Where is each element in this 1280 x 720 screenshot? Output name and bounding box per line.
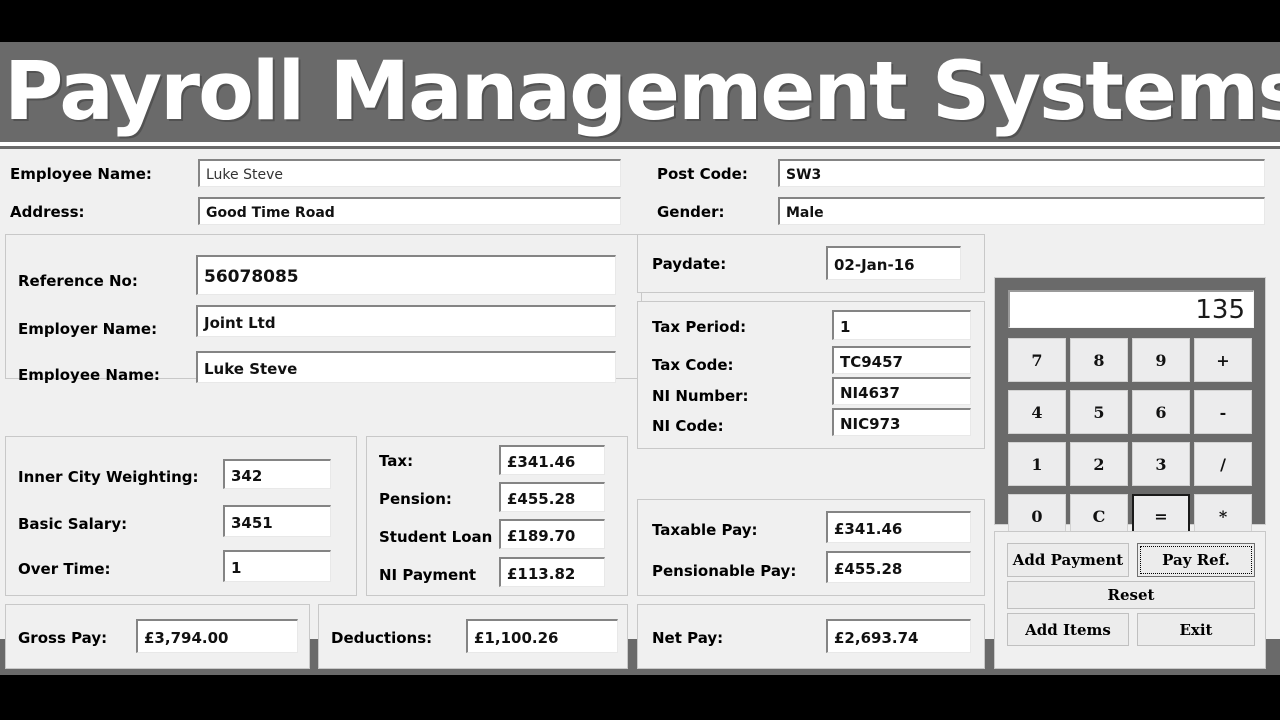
client-area: Employee Name: Luke Steve Address: Good … (0, 149, 1280, 669)
exit-button[interactable]: Exit (1137, 613, 1255, 646)
ni-code-input[interactable]: NIC973 (832, 408, 971, 436)
deductions-total-input[interactable]: £1,100.26 (466, 619, 618, 653)
calc-key-6[interactable]: 6 (1132, 390, 1190, 434)
basic-salary-input[interactable]: 3451 (223, 505, 331, 537)
calculator-display[interactable]: 135 (1008, 290, 1254, 328)
pension-input[interactable]: £455.28 (499, 482, 605, 512)
reference-no-label: Reference No: (18, 272, 138, 290)
calc-key-minus[interactable]: - (1194, 390, 1252, 434)
add-items-button[interactable]: Add Items (1007, 613, 1129, 646)
ni-number-label: NI Number: (652, 387, 749, 405)
screen: Payroll Management Systems Employee Name… (0, 0, 1280, 720)
tax-code-label: Tax Code: (652, 356, 734, 374)
taxable-pay-label: Taxable Pay: (652, 521, 758, 539)
tax-period-label: Tax Period: (652, 318, 747, 336)
reset-button[interactable]: Reset (1007, 581, 1255, 609)
over-time-input[interactable]: 1 (223, 550, 331, 582)
calc-key-3[interactable]: 3 (1132, 442, 1190, 486)
post-code-input[interactable]: SW3 (778, 159, 1265, 187)
taxable-pay-input[interactable]: £341.46 (826, 511, 971, 543)
paydate-group: Paydate: 02-Jan-16 (637, 234, 985, 293)
pay-ref-button[interactable]: Pay Ref. (1137, 543, 1255, 577)
student-loan-input[interactable]: £189.70 (499, 519, 605, 549)
actions-panel: Add Payment Pay Ref. Reset Add Items Exi… (994, 531, 1266, 669)
employee-name-2-label: Employee Name: (18, 366, 160, 384)
inner-city-weighting-input[interactable]: 342 (223, 459, 331, 489)
net-pay-label: Net Pay: (652, 629, 724, 647)
pay-group: Taxable Pay: £341.46 Pensionable Pay: £4… (637, 499, 985, 596)
tax-label: Tax: (379, 452, 414, 470)
tax-code-input[interactable]: TC9457 (832, 346, 971, 374)
gender-label: Gender: (657, 203, 725, 221)
tax-input[interactable]: £341.46 (499, 445, 605, 475)
net-pay-group: Net Pay: £2,693.74 (637, 604, 985, 669)
page-title: Payroll Management Systems (4, 45, 1280, 139)
address-label: Address: (10, 203, 85, 221)
calc-key-plus[interactable]: + (1194, 338, 1252, 382)
calc-key-2[interactable]: 2 (1070, 442, 1128, 486)
calc-key-4[interactable]: 4 (1008, 390, 1066, 434)
employer-name-input[interactable]: Joint Ltd (196, 305, 616, 337)
deductions-total-group: Deductions: £1,100.26 (318, 604, 628, 669)
add-payment-button[interactable]: Add Payment (1007, 543, 1129, 577)
gross-pay-label: Gross Pay: (18, 629, 108, 647)
pension-label: Pension: (379, 490, 452, 508)
application-window: Payroll Management Systems Employee Name… (0, 42, 1280, 675)
paydate-input[interactable]: 02-Jan-16 (826, 246, 961, 280)
employee-name-2-input[interactable]: Luke Steve (196, 351, 616, 383)
calculator-panel: 135 7 8 9 +4 5 6-1 2 3/0 C = * (994, 277, 1266, 538)
over-time-label: Over Time: (18, 560, 111, 578)
reference-no-input[interactable]: 56078085 (196, 255, 616, 295)
calc-key-8[interactable]: 8 (1070, 338, 1128, 382)
pensionable-pay-input[interactable]: £455.28 (826, 551, 971, 583)
calc-key-7[interactable]: 7 (1008, 338, 1066, 382)
app-header: Payroll Management Systems (0, 42, 1280, 149)
employee-name-input[interactable]: Luke Steve (198, 159, 621, 187)
calc-key-5[interactable]: 5 (1070, 390, 1128, 434)
post-code-label: Post Code: (657, 165, 748, 183)
tax-ni-group: Tax Period: 1 Tax Code: TC9457 NI Number… (637, 301, 985, 449)
inner-city-weighting-label: Inner City Weighting: (18, 468, 199, 486)
employer-name-label: Employer Name: (18, 320, 158, 338)
ni-code-label: NI Code: (652, 417, 724, 435)
deductions-total-label: Deductions: (331, 629, 433, 647)
letterbox-bottom (0, 675, 1280, 720)
ni-number-input[interactable]: NI4637 (832, 377, 971, 405)
gross-pay-group: Gross Pay: £3,794.00 (5, 604, 310, 669)
title-underline (0, 142, 1280, 146)
calc-key-1[interactable]: 1 (1008, 442, 1066, 486)
calc-key-9[interactable]: 9 (1132, 338, 1190, 382)
ni-payment-input[interactable]: £113.82 (499, 557, 605, 587)
gross-pay-input[interactable]: £3,794.00 (136, 619, 298, 653)
calc-key-divide[interactable]: / (1194, 442, 1252, 486)
deductions-group: Tax: £341.46 Pension: £455.28 Student Lo… (366, 436, 628, 596)
student-loan-label: Student Loan (379, 528, 493, 546)
reference-group: Reference No: 56078085 Employer Name: Jo… (5, 234, 642, 383)
ni-payment-label: NI Payment (379, 566, 477, 584)
net-pay-input[interactable]: £2,693.74 (826, 619, 971, 653)
gender-input[interactable]: Male (778, 197, 1265, 225)
paydate-label: Paydate: (652, 255, 727, 273)
employee-name-label: Employee Name: (10, 165, 152, 183)
letterbox-top (0, 0, 1280, 42)
address-input[interactable]: Good Time Road (198, 197, 621, 225)
basic-salary-label: Basic Salary: (18, 515, 128, 533)
earnings-group: Inner City Weighting: 342 Basic Salary: … (5, 436, 357, 596)
pensionable-pay-label: Pensionable Pay: (652, 562, 797, 580)
tax-period-input[interactable]: 1 (832, 310, 971, 340)
